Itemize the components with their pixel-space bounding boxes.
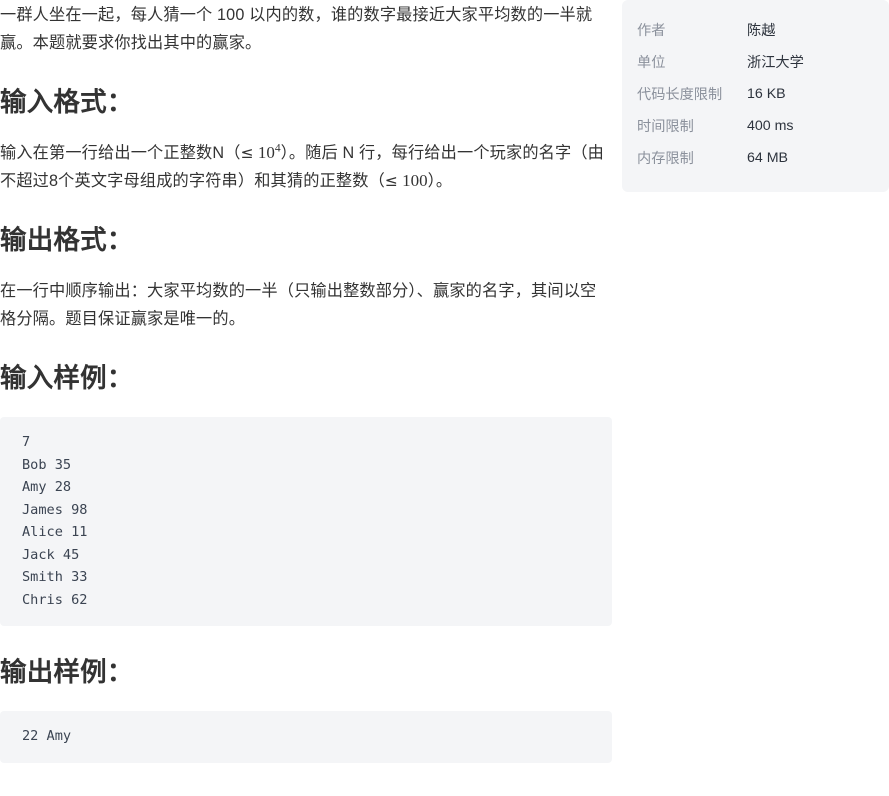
info-label-organization: 单位 — [637, 55, 666, 71]
problem-content: 一群人坐在一起，每人猜一个 100 以内的数，谁的数字最接近大家平均数的一半就赢… — [0, 0, 612, 763]
output-sample-code: 22 Amy — [22, 728, 72, 744]
math-value: 100 — [402, 171, 428, 190]
output-sample-heading: 输出样例： — [0, 657, 134, 687]
input-format-text-part1: 输入在第一行给出一个正整数N（ — [0, 144, 241, 162]
info-value-author: 陈越 — [747, 23, 776, 39]
less-equal-symbol: ≤ — [240, 144, 254, 162]
table-row: 单位 浙江大学 — [622, 46, 889, 78]
problem-info-panel: 作者 陈越 单位 浙江大学 代码长度限制 16 KB 时间限制 400 ms 内… — [622, 0, 889, 192]
problem-page: 一群人坐在一起，每人猜一个 100 以内的数，谁的数字最接近大家平均数的一半就赢… — [0, 0, 889, 796]
info-value-organization: 浙江大学 — [747, 55, 804, 71]
output-format-heading: 输出格式： — [0, 225, 134, 255]
input-sample-block[interactable]: 7 Bob 35 Amy 28 James 98 Alice 11 Jack 4… — [0, 417, 612, 626]
less-equal-symbol: ≤ — [384, 172, 398, 190]
input-format-heading: 输入格式： — [0, 87, 134, 117]
info-table-body: 作者 陈越 单位 浙江大学 代码长度限制 16 KB 时间限制 400 ms 内… — [622, 14, 889, 174]
input-sample-heading: 输入样例： — [0, 363, 134, 393]
problem-description: 一群人坐在一起，每人猜一个 100 以内的数，谁的数字最接近大家平均数的一半就赢… — [0, 6, 593, 52]
output-format-text: 在一行中顺序输出：大家平均数的一半（只输出整数部分）、赢家的名字，其间以空格分隔… — [0, 282, 597, 328]
info-label-author: 作者 — [637, 23, 666, 39]
table-row: 作者 陈越 — [622, 14, 889, 46]
math-guess-upper-bound: ≤ 100 — [385, 171, 428, 190]
info-label-memory-limit: 内存限制 — [637, 151, 694, 167]
input-format-text: 输入在第一行给出一个正整数N（≤ 104）。随后 N 行，每行给出一个玩家的名字… — [0, 139, 612, 195]
info-table: 作者 陈越 单位 浙江大学 代码长度限制 16 KB 时间限制 400 ms 内… — [622, 14, 889, 174]
table-row: 内存限制 64 MB — [622, 142, 889, 174]
info-label-code-size-limit: 代码长度限制 — [637, 87, 723, 103]
output-sample-block[interactable]: 22 Amy — [0, 711, 612, 763]
table-row: 代码长度限制 16 KB — [622, 78, 889, 110]
math-n-upper-bound: ≤ 104 — [241, 143, 281, 162]
info-value-memory-limit: 64 MB — [747, 150, 789, 166]
info-value-time-limit: 400 ms — [747, 118, 794, 134]
table-row: 时间限制 400 ms — [622, 110, 889, 142]
info-label-time-limit: 时间限制 — [637, 119, 694, 135]
info-value-code-size-limit: 16 KB — [747, 86, 786, 102]
input-format-text-part3: ）。 — [427, 172, 453, 190]
input-sample-code: 7 Bob 35 Amy 28 James 98 Alice 11 Jack 4… — [22, 434, 88, 608]
math-base: 10 — [257, 143, 275, 162]
